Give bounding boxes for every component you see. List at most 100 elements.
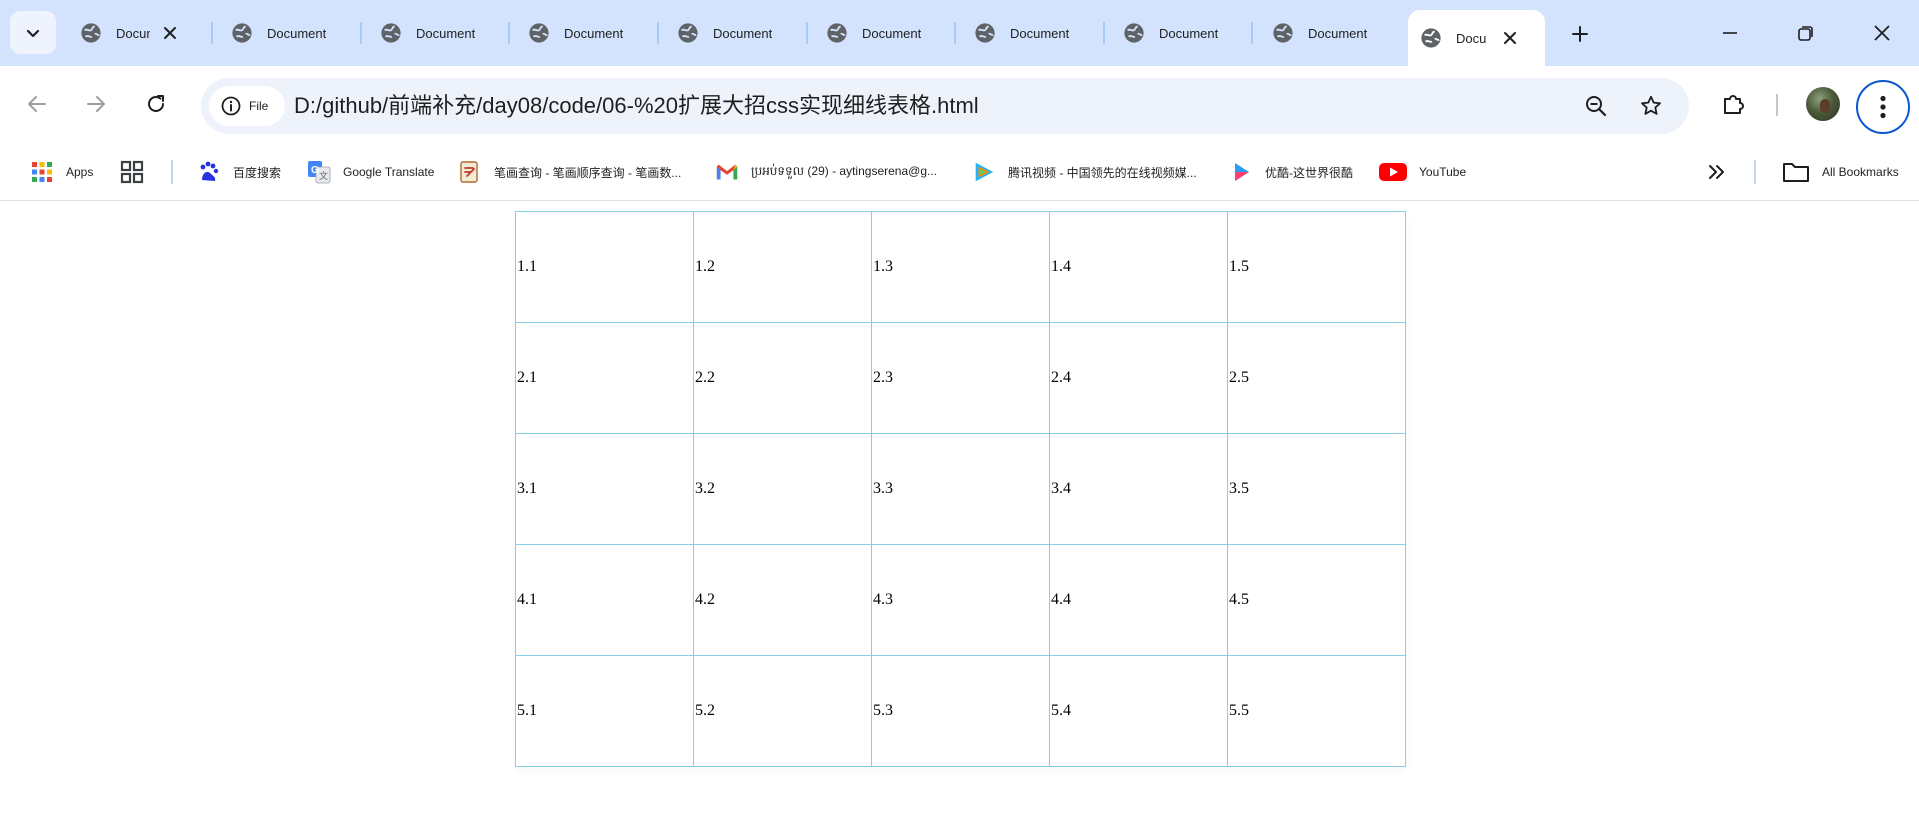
site-chip-label: File <box>249 99 269 113</box>
tab-title: Document <box>564 25 624 41</box>
folder-icon <box>1782 160 1810 184</box>
url-text[interactable]: D:/github/前端补充/day08/code/06-%20扩展大招css实… <box>294 78 979 134</box>
back-button[interactable] <box>17 84 57 124</box>
tab-title: Document <box>416 25 476 41</box>
bookmark-apps[interactable]: Apps <box>30 156 93 188</box>
bookmark-youku[interactable]: 优酷-这世界很酷 <box>1229 156 1353 188</box>
bookmark-label: All Bookmarks <box>1822 165 1899 179</box>
table-cell: 5.3 <box>871 655 1050 767</box>
double-chevron-right-icon <box>1705 160 1729 184</box>
table-cell: 1.1 <box>515 211 694 323</box>
table-cell: 5.2 <box>693 655 872 767</box>
tab-strip: Docum Document Document Document Documen… <box>0 0 1919 66</box>
table-cell: 1.5 <box>1227 211 1406 323</box>
bookmark-youtube[interactable]: YouTube <box>1379 156 1466 188</box>
profile-avatar[interactable] <box>1806 87 1840 121</box>
extensions-button[interactable] <box>1714 84 1754 124</box>
table-row: 4.1 4.2 4.3 4.4 4.5 <box>515 544 1406 656</box>
table-cell: 1.4 <box>1049 211 1228 323</box>
restore-icon <box>1798 26 1813 41</box>
zoom-out-icon <box>1586 96 1607 117</box>
tab-document-5[interactable]: Document <box>677 12 807 54</box>
table-cell: 4.5 <box>1227 544 1406 656</box>
bookmark-baidu[interactable]: 百度搜索 <box>197 156 281 188</box>
tab-title: Document <box>1010 25 1070 41</box>
tab-title: Document <box>1308 25 1368 41</box>
globe-icon <box>1124 23 1144 43</box>
tab-close-icon[interactable] <box>1498 26 1522 50</box>
table-row: 1.1 1.2 1.3 1.4 1.5 <box>515 211 1406 323</box>
reload-button[interactable] <box>136 84 176 124</box>
tab-title: Document <box>862 25 922 41</box>
youtube-icon <box>1379 160 1407 184</box>
bookmark-star-button[interactable] <box>1633 88 1669 124</box>
tab-close-icon[interactable] <box>158 21 182 45</box>
site-info-chip[interactable]: File <box>209 86 285 126</box>
google-translate-icon: G文 <box>307 160 331 184</box>
bookmark-gmail[interactable]: ប្រអប់ទទួល (29) - aytingserena@g... <box>715 156 937 188</box>
bookmarks-bar: Apps 百度搜索 G文 Google Translate 笔画查询 - 笔画顺… <box>0 144 1919 201</box>
bookmark-label: 优酷-这世界很酷 <box>1265 165 1353 180</box>
globe-icon <box>1421 28 1441 48</box>
table-row: 5.1 5.2 5.3 5.4 5.5 <box>515 655 1406 767</box>
table-cell: 1.3 <box>871 211 1050 323</box>
apps-grid-icon <box>30 160 54 184</box>
tab-document-9[interactable]: Document <box>1272 12 1402 54</box>
tab-title: Document <box>713 25 773 41</box>
tab-title: Docu <box>1456 30 1486 46</box>
tab-document-7[interactable]: Document <box>974 12 1104 54</box>
minimize-button[interactable] <box>1700 12 1760 54</box>
youku-icon <box>1229 160 1253 184</box>
new-tab-button[interactable] <box>1562 16 1598 52</box>
table-cell: 5.1 <box>515 655 694 767</box>
table-cell: 2.5 <box>1227 322 1406 434</box>
bookmark-google-translate[interactable]: G文 Google Translate <box>307 156 434 188</box>
tab-separator <box>360 22 362 44</box>
bookmark-separator <box>171 160 173 184</box>
tab-search-button[interactable] <box>10 11 56 54</box>
zoom-button[interactable] <box>1578 88 1614 124</box>
table-cell: 4.1 <box>515 544 694 656</box>
bookmark-label: 百度搜索 <box>233 165 282 180</box>
browser-toolbar: File D:/github/前端补充/day08/code/06-%20扩展大… <box>0 66 1919 144</box>
table-cell: 3.1 <box>515 433 694 545</box>
table-cell: 3.5 <box>1227 433 1406 545</box>
table-cell: 3.2 <box>693 433 872 545</box>
bookmark-tencent-video[interactable]: 腾讯视频 - 中国领先的在线视频媒... <box>972 156 1197 188</box>
tab-separator <box>806 22 808 44</box>
address-bar[interactable]: File D:/github/前端补充/day08/code/06-%20扩展大… <box>201 78 1689 134</box>
tab-document-2[interactable]: Document <box>231 12 361 54</box>
table-cell: 2.2 <box>693 322 872 434</box>
restore-button[interactable] <box>1776 12 1836 54</box>
tab-document-4[interactable]: Document <box>528 12 658 54</box>
table-row: 2.1 2.2 2.3 2.4 2.5 <box>515 322 1406 434</box>
page-content: 1.1 1.2 1.3 1.4 1.5 2.1 2.2 2.3 2.4 2.5 3.1 3.2 3.3 3… <box>0 201 1919 829</box>
table-cell: 4.4 <box>1049 544 1228 656</box>
table-cell: 4.2 <box>693 544 872 656</box>
table-cell: 3.3 <box>871 433 1050 545</box>
browser-menu-button[interactable] <box>1856 80 1910 134</box>
globe-icon <box>232 23 252 43</box>
table-cell: 1.2 <box>693 211 872 323</box>
bookmark-stroke-order[interactable]: 笔画查询 - 笔画顺序查询 - 笔画数... <box>458 156 681 188</box>
table-cell: 3.4 <box>1049 433 1228 545</box>
tab-document-active[interactable]: Docu <box>1408 10 1545 66</box>
tab-groups-button[interactable] <box>120 156 156 188</box>
bookmarks-overflow-button[interactable] <box>1705 156 1741 188</box>
grid-view-icon <box>120 160 144 184</box>
tab-document-6[interactable]: Document <box>826 12 956 54</box>
tab-separator <box>954 22 956 44</box>
close-window-button[interactable] <box>1852 12 1912 54</box>
tab-document-8[interactable]: Document <box>1123 12 1253 54</box>
bookmark-label: YouTube <box>1419 165 1467 179</box>
gmail-icon <box>715 160 739 184</box>
tab-document-1[interactable]: Docum <box>80 12 192 54</box>
globe-icon <box>529 23 549 43</box>
forward-button[interactable] <box>76 84 116 124</box>
tab-document-3[interactable]: Document <box>380 12 510 54</box>
svg-text:文: 文 <box>319 170 328 182</box>
bookmark-all-bookmarks[interactable]: All Bookmarks <box>1782 156 1899 188</box>
globe-icon <box>827 23 847 43</box>
tab-separator <box>657 22 659 44</box>
plus-icon <box>1572 26 1588 42</box>
